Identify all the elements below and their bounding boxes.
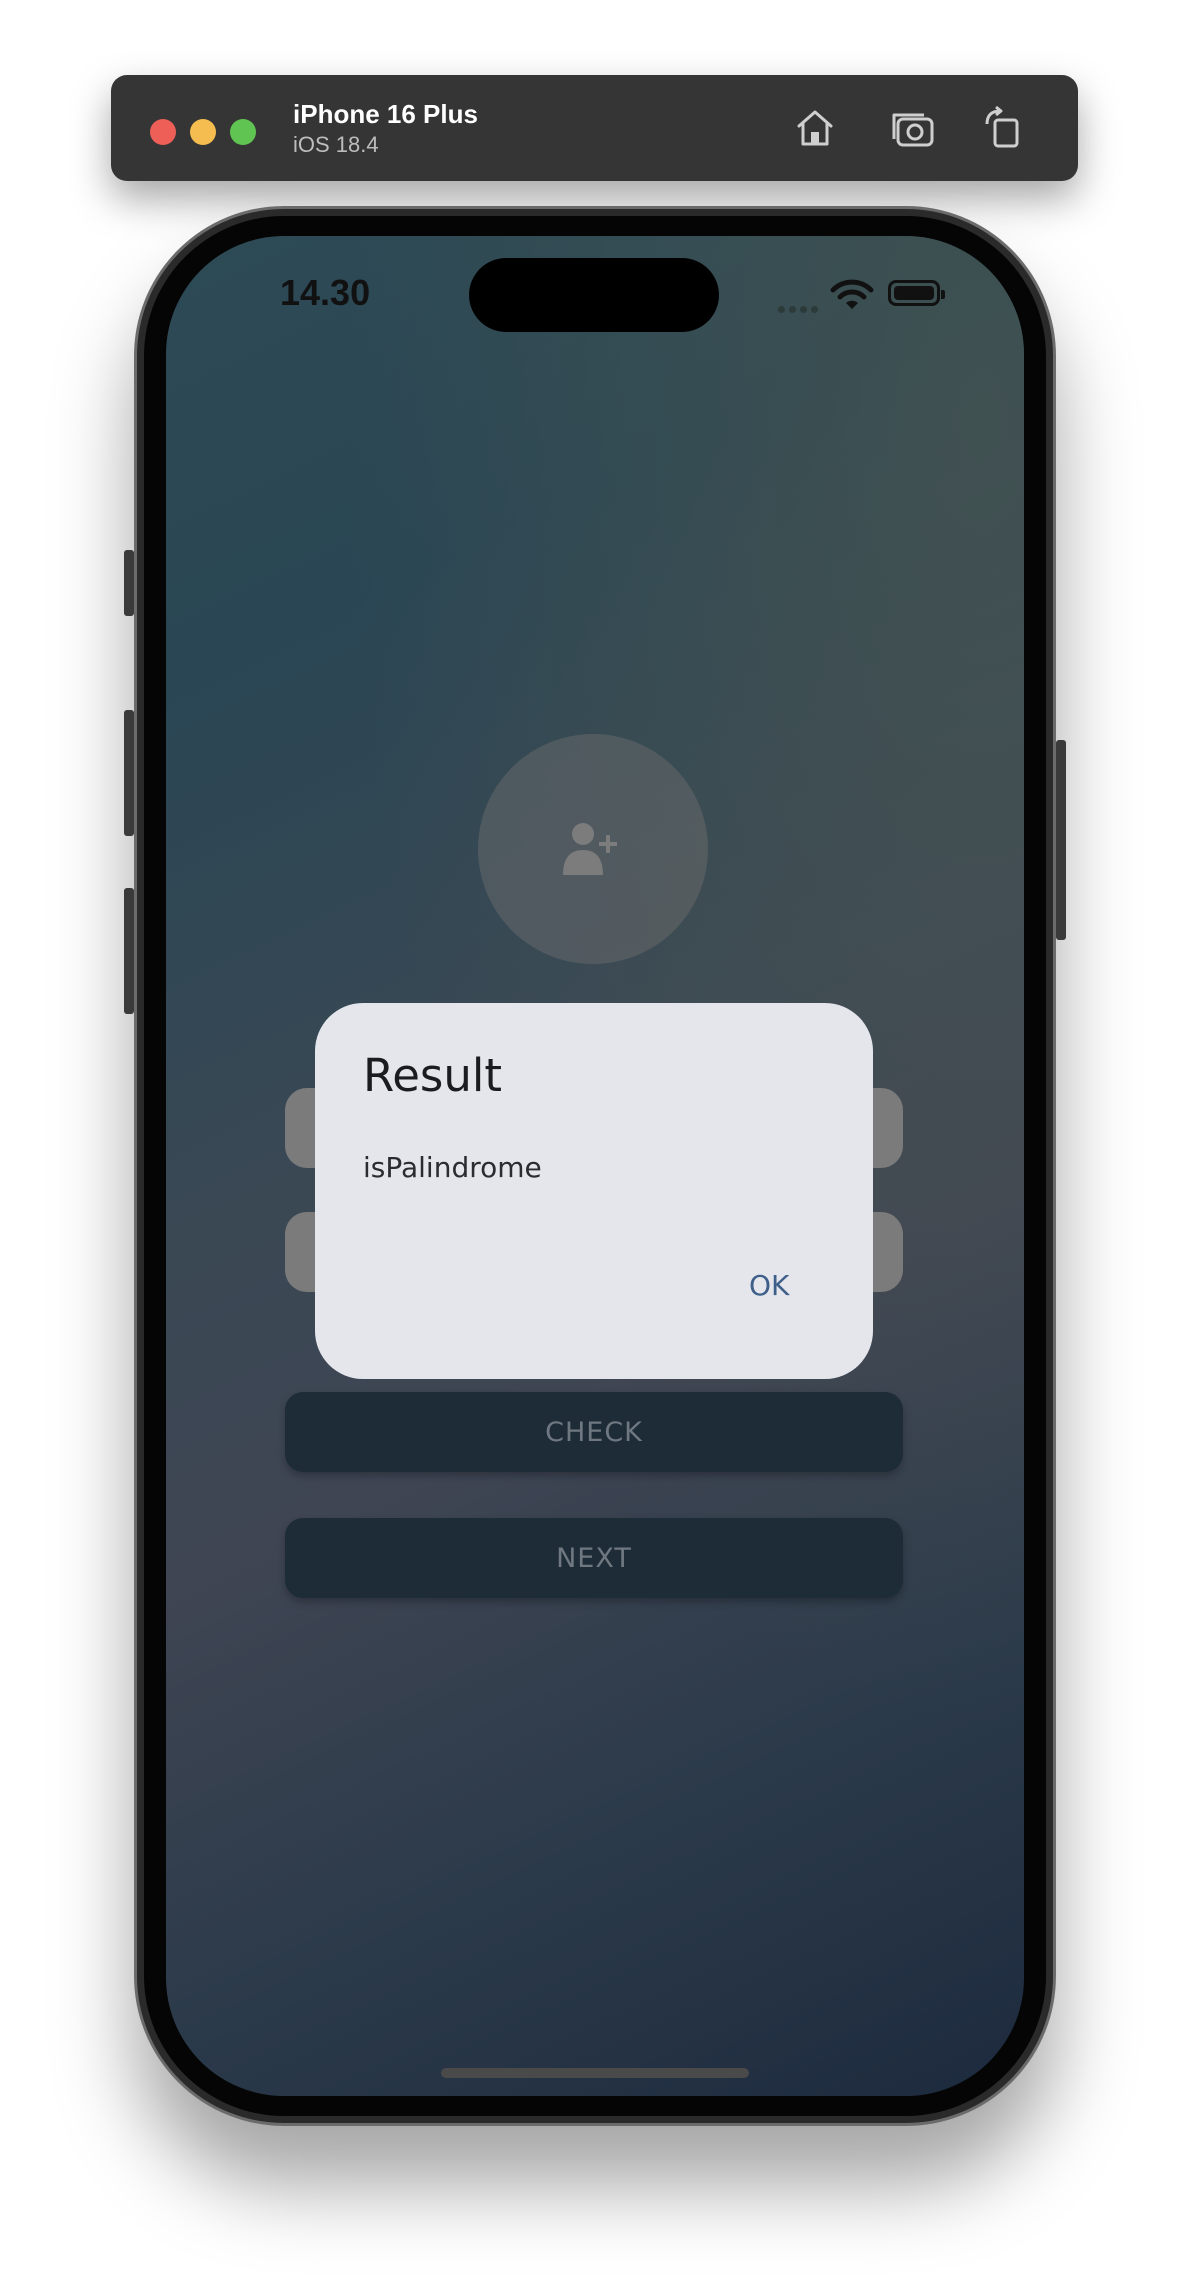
cellular-signal-icon bbox=[778, 298, 822, 317]
ok-button[interactable]: OK bbox=[741, 1269, 797, 1302]
action-button[interactable] bbox=[124, 550, 134, 616]
screenshot-button[interactable] bbox=[888, 102, 940, 154]
volume-up-button[interactable] bbox=[124, 710, 134, 836]
home-icon bbox=[797, 110, 833, 146]
phone-screen: 14.30 CHECK NEXT Result isPalindrome OK bbox=[166, 236, 1024, 2096]
battery-icon bbox=[888, 280, 945, 306]
os-version: iOS 18.4 bbox=[293, 132, 379, 157]
wifi-icon bbox=[830, 279, 874, 309]
zoom-window-button[interactable] bbox=[230, 119, 256, 145]
power-button[interactable] bbox=[1056, 740, 1066, 940]
dialog-message: isPalindrome bbox=[363, 1151, 542, 1184]
rotate-icon bbox=[985, 105, 1019, 148]
avatar-picker[interactable] bbox=[478, 734, 708, 964]
next-button[interactable]: NEXT bbox=[285, 1518, 903, 1598]
dynamic-island bbox=[469, 258, 719, 332]
dialog-title: Result bbox=[363, 1049, 503, 1102]
check-button[interactable]: CHECK bbox=[285, 1392, 903, 1472]
rotate-button[interactable] bbox=[978, 102, 1030, 154]
minimize-window-button[interactable] bbox=[190, 119, 216, 145]
volume-down-button[interactable] bbox=[124, 888, 134, 1014]
close-window-button[interactable] bbox=[150, 119, 176, 145]
add-user-icon bbox=[563, 823, 617, 875]
status-time: 14.30 bbox=[280, 272, 371, 313]
screenshot-icon bbox=[892, 113, 934, 147]
simulator-title-bar: iPhone 16 Plus iOS 18.4 bbox=[111, 75, 1078, 181]
home-indicator[interactable] bbox=[441, 2068, 749, 2078]
device-name: iPhone 16 Plus bbox=[293, 99, 478, 129]
home-button[interactable] bbox=[789, 102, 841, 154]
result-dialog: Result isPalindrome OK bbox=[315, 1003, 873, 1379]
